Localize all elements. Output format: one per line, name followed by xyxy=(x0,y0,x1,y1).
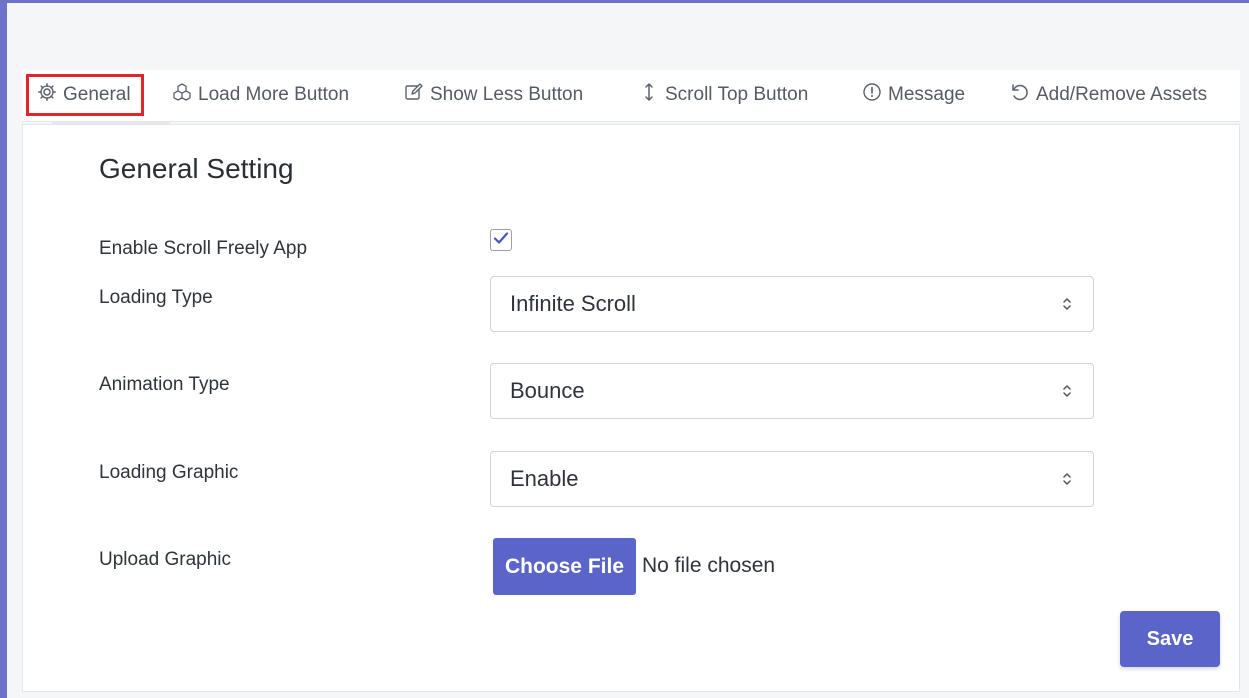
loading-type-label: Loading Type xyxy=(99,287,213,308)
window-left-border xyxy=(0,0,7,698)
enable-app-label: Enable Scroll Freely App xyxy=(99,238,308,259)
select-arrows-icon xyxy=(1061,294,1073,314)
loading-graphic-value: Enable xyxy=(510,466,579,491)
loading-graphic-label: Loading Graphic xyxy=(99,462,239,483)
tab-label: Scroll Top Button xyxy=(665,84,809,105)
tab-load-more-button[interactable]: Load More Button xyxy=(172,74,349,116)
edit-icon xyxy=(404,82,424,108)
undo-icon xyxy=(1010,82,1030,108)
file-status-text: No file chosen xyxy=(642,554,776,577)
arrows-vertical-icon xyxy=(639,82,659,108)
gear-icon xyxy=(37,82,57,108)
tab-message[interactable]: Message xyxy=(862,74,965,116)
animation-type-label: Animation Type xyxy=(99,374,230,395)
save-button[interactable]: Save xyxy=(1120,611,1220,667)
tab-scroll-top-button[interactable]: Scroll Top Button xyxy=(639,74,808,116)
loading-type-value: Infinite Scroll xyxy=(510,291,636,316)
cubes-icon xyxy=(172,82,192,108)
info-circle-icon xyxy=(862,82,882,108)
animation-type-value: Bounce xyxy=(510,378,585,403)
loading-type-select[interactable]: Infinite Scroll xyxy=(490,276,1094,332)
animation-type-select[interactable]: Bounce xyxy=(490,363,1094,419)
tab-label: General xyxy=(63,84,131,105)
checkmark-icon xyxy=(493,231,509,250)
tab-general[interactable]: General xyxy=(26,74,144,116)
loading-graphic-select[interactable]: Enable xyxy=(490,451,1094,507)
tab-label: Show Less Button xyxy=(430,84,584,105)
panel-title: General Setting xyxy=(99,153,294,184)
tab-label: Add/Remove Assets xyxy=(1036,84,1208,105)
tab-label: Message xyxy=(888,84,966,105)
general-settings-panel: General Setting Enable Scroll Freely App… xyxy=(22,124,1240,692)
settings-tab-bar: General Load More Button Show Less Butto… xyxy=(22,70,1240,124)
select-arrows-icon xyxy=(1061,381,1073,401)
tab-add-remove-assets[interactable]: Add/Remove Assets xyxy=(1010,74,1207,116)
window-top-border xyxy=(0,0,1249,3)
tab-label: Load More Button xyxy=(198,84,350,105)
enable-app-checkbox[interactable] xyxy=(490,229,512,251)
select-arrows-icon xyxy=(1061,469,1073,489)
choose-file-button[interactable]: Choose File xyxy=(493,538,636,595)
tab-show-less-button[interactable]: Show Less Button xyxy=(404,74,583,116)
upload-graphic-label: Upload Graphic xyxy=(99,549,232,570)
